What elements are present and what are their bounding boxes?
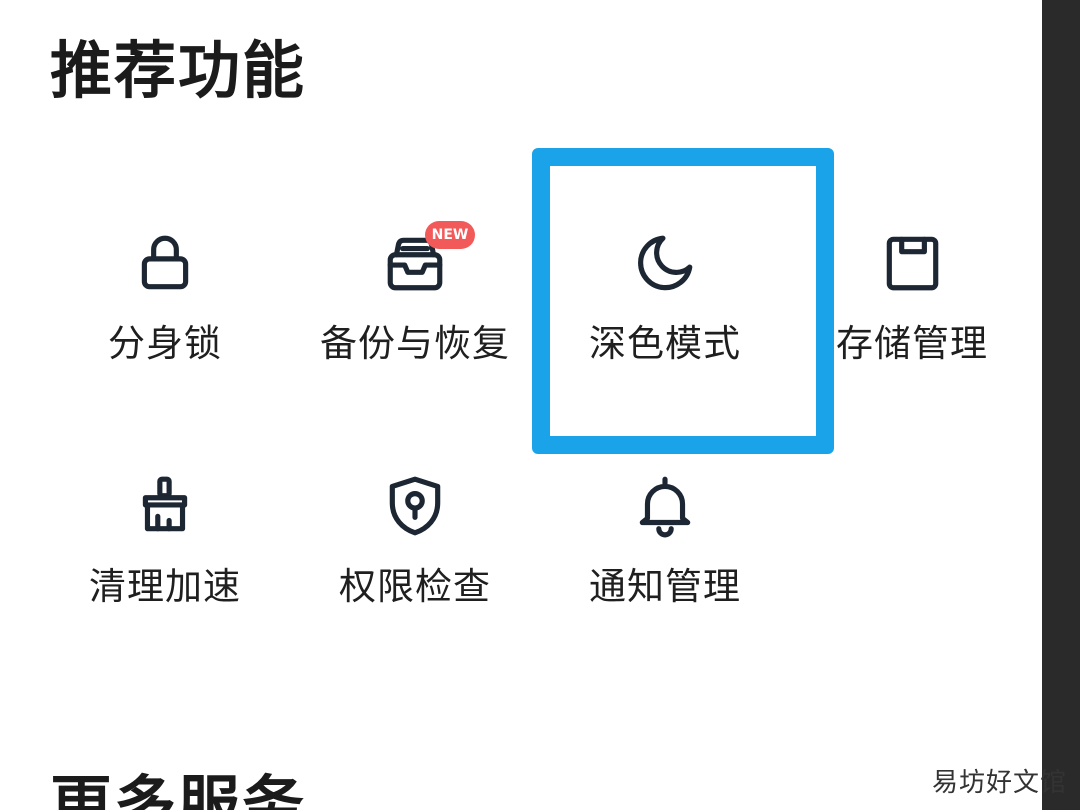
feature-label: 备份与恢复 [320, 322, 510, 365]
shield-keyhole-icon [382, 473, 448, 539]
feature-label: 分身锁 [108, 322, 222, 365]
section-title-recommended: 推荐功能 [50, 34, 307, 107]
feature-storage-management[interactable]: 存储管理 [787, 195, 1037, 435]
feature-cleanup-boost[interactable]: 清理加速 [40, 438, 290, 678]
watermark: 易坊好文馆 [932, 768, 1068, 798]
feature-dark-mode[interactable]: 深色模式 [540, 195, 790, 435]
moon-icon [632, 230, 698, 296]
bell-icon [632, 473, 698, 539]
feature-label: 存储管理 [836, 322, 988, 365]
new-badge: NEW [425, 221, 475, 249]
settings-panel: 推荐功能 分身锁 备份与恢复 NEW 深色模式 存储管理 清理加速 权限检查 通… [0, 0, 1042, 810]
feature-notification-management[interactable]: 通知管理 [540, 438, 790, 678]
lock-icon [132, 230, 198, 296]
feature-label: 通知管理 [589, 565, 741, 608]
feature-label: 权限检查 [339, 565, 491, 608]
floppy-disk-icon [879, 230, 945, 296]
section-title-more-services: 更多服务 [50, 768, 307, 810]
feature-backup-restore[interactable]: 备份与恢复 [290, 195, 540, 435]
brush-icon [132, 473, 198, 539]
feature-app-lock[interactable]: 分身锁 [40, 195, 290, 435]
feature-label: 深色模式 [589, 322, 741, 365]
feature-label: 清理加速 [89, 565, 241, 608]
feature-permission-check[interactable]: 权限检查 [290, 438, 540, 678]
